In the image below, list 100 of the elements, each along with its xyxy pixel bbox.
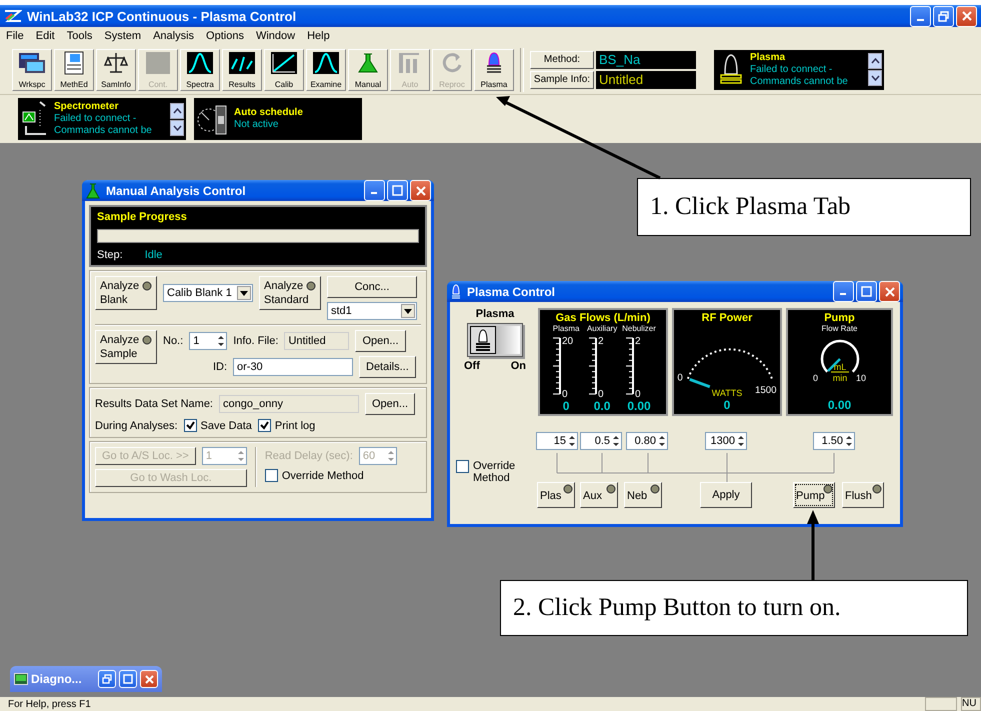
panel-title: RF Power — [702, 312, 752, 324]
step-label: Step: — [97, 249, 123, 261]
field-label: No.: — [163, 335, 184, 347]
scale-drawing: 2 0 — [622, 333, 655, 399]
spinner-icon — [567, 434, 577, 448]
plasma-control-button[interactable]: Neb — [624, 482, 662, 508]
menu-item[interactable]: File — [6, 30, 24, 42]
panel-title: Spectrometer — [54, 101, 120, 113]
toolbar-button[interactable]: Calib — [264, 48, 304, 90]
field-value: Untitled — [596, 70, 696, 88]
minimize-button[interactable] — [910, 6, 931, 26]
scroll-down-button[interactable] — [170, 120, 184, 136]
maximize-button[interactable] — [856, 281, 877, 302]
panel-title: Plasma — [750, 52, 786, 64]
maximize-icon — [392, 185, 403, 196]
analyze-sample-button[interactable]: Analyze Sample — [95, 330, 157, 364]
menu-item[interactable]: System — [104, 30, 142, 42]
toolbar-button[interactable]: Spectra — [180, 48, 220, 90]
id-field[interactable]: or-30 — [233, 358, 353, 376]
unit-label: WATTS — [712, 388, 742, 398]
checkbox[interactable] — [184, 419, 197, 432]
menu-item[interactable]: Analysis — [153, 30, 194, 42]
toolbar-button[interactable]: Examine — [306, 48, 346, 90]
status-text: For Help, press F1 — [8, 698, 91, 710]
checkbox-label: Override Method — [473, 460, 516, 484]
spinner-icon — [657, 434, 667, 448]
restore-button[interactable] — [98, 670, 116, 688]
window-title: Manual Analysis Control — [106, 184, 246, 198]
restore-button[interactable] — [933, 6, 954, 26]
number-field[interactable]: 0.5 — [580, 432, 622, 450]
checkbox[interactable] — [264, 469, 278, 482]
checkbox[interactable] — [456, 460, 469, 473]
analyze-blank-button[interactable]: Analyze Blank — [95, 276, 157, 310]
plasma-control-button[interactable]: Pump — [793, 482, 835, 508]
field-label: Read Delay (sec): — [264, 450, 353, 462]
menu-item[interactable]: Edit — [36, 30, 55, 42]
field-label: During Analyses: — [95, 420, 178, 432]
open-button[interactable]: Open... — [365, 393, 416, 415]
scroll-up-button[interactable] — [868, 53, 882, 69]
analyze-standard-button[interactable]: Analyze Standard — [259, 276, 321, 310]
menu-item[interactable]: Help — [307, 30, 330, 42]
field-label: ID: — [212, 361, 227, 373]
checkbox-label: Override Method — [282, 470, 364, 482]
close-button[interactable] — [410, 180, 431, 201]
scroll-up-button[interactable] — [170, 102, 184, 118]
close-icon — [144, 674, 154, 684]
toolbar-button[interactable]: Plasma — [474, 48, 514, 90]
number-field[interactable]: 0.80 — [626, 432, 668, 450]
close-button[interactable] — [956, 6, 977, 26]
dropdown[interactable]: std1 — [327, 302, 417, 320]
conc-button[interactable]: Conc... — [327, 276, 417, 298]
number-field[interactable]: 1300 — [705, 432, 747, 450]
maximize-button[interactable] — [387, 180, 408, 201]
toolbar-button[interactable]: Results — [222, 48, 262, 90]
menu-item[interactable]: Window — [256, 30, 296, 42]
plasma-control-button[interactable]: Aux — [580, 482, 618, 508]
minimize-button[interactable] — [833, 281, 854, 302]
number-field[interactable]: 15 — [536, 432, 578, 450]
flow-reading: 0.00 — [627, 399, 651, 413]
toolbar-button[interactable]: SamInfo — [96, 48, 136, 90]
peak-icon — [312, 50, 340, 74]
close-icon — [962, 11, 972, 21]
close-button[interactable] — [140, 670, 158, 688]
checkbox[interactable] — [258, 419, 271, 432]
indicator-lamp-icon — [563, 484, 573, 494]
spinner-icon — [236, 449, 246, 463]
status-text: Failed to connect - — [54, 113, 138, 125]
minimize-button[interactable] — [364, 180, 385, 201]
peak-icon — [186, 50, 214, 74]
toolbar-button[interactable]: Wrkspc — [12, 48, 52, 90]
balance-scale-icon — [102, 50, 130, 74]
open-button[interactable]: Open... — [355, 330, 406, 352]
plasma-control-button[interactable]: Plas — [537, 482, 575, 508]
plasma-control-button[interactable]: Apply — [700, 482, 752, 508]
details-button[interactable]: Details... — [359, 356, 416, 378]
flow-reading: 0.0 — [594, 399, 610, 413]
field-label-button[interactable]: Method: — [530, 50, 594, 68]
spinner-icon — [736, 434, 746, 448]
plasma-switch[interactable] — [467, 323, 523, 357]
field-label: Results Data Set Name: — [95, 398, 213, 410]
field-label-button[interactable]: Sample Info: — [530, 70, 594, 88]
dropdown[interactable]: Calib Blank 1 — [163, 284, 253, 302]
on-label: On — [510, 360, 526, 372]
plasma-control-button[interactable]: Flush — [842, 482, 884, 508]
square-icon — [144, 50, 172, 74]
close-button[interactable] — [879, 281, 900, 302]
menu-item[interactable]: Tools — [66, 30, 92, 42]
menu-item[interactable]: Options — [206, 30, 244, 42]
gauge-drawing: 0 10 mL min — [812, 333, 868, 385]
number-field[interactable]: 1.50 — [813, 432, 855, 450]
spinner-icon — [386, 449, 396, 463]
channel-label: Plasma — [552, 324, 580, 333]
scroll-down-button[interactable] — [868, 70, 882, 86]
toolbar-button[interactable]: MethEd — [54, 48, 94, 90]
off-label: Off — [464, 360, 480, 372]
callout-box: 2. Click Pump Button to turn on. — [500, 580, 968, 636]
panel-title: Gas Flows (L/min) — [556, 312, 650, 324]
maximize-button[interactable] — [119, 670, 137, 688]
number-field[interactable]: 1 — [189, 332, 228, 350]
toolbar-button[interactable]: Manual — [348, 48, 388, 90]
